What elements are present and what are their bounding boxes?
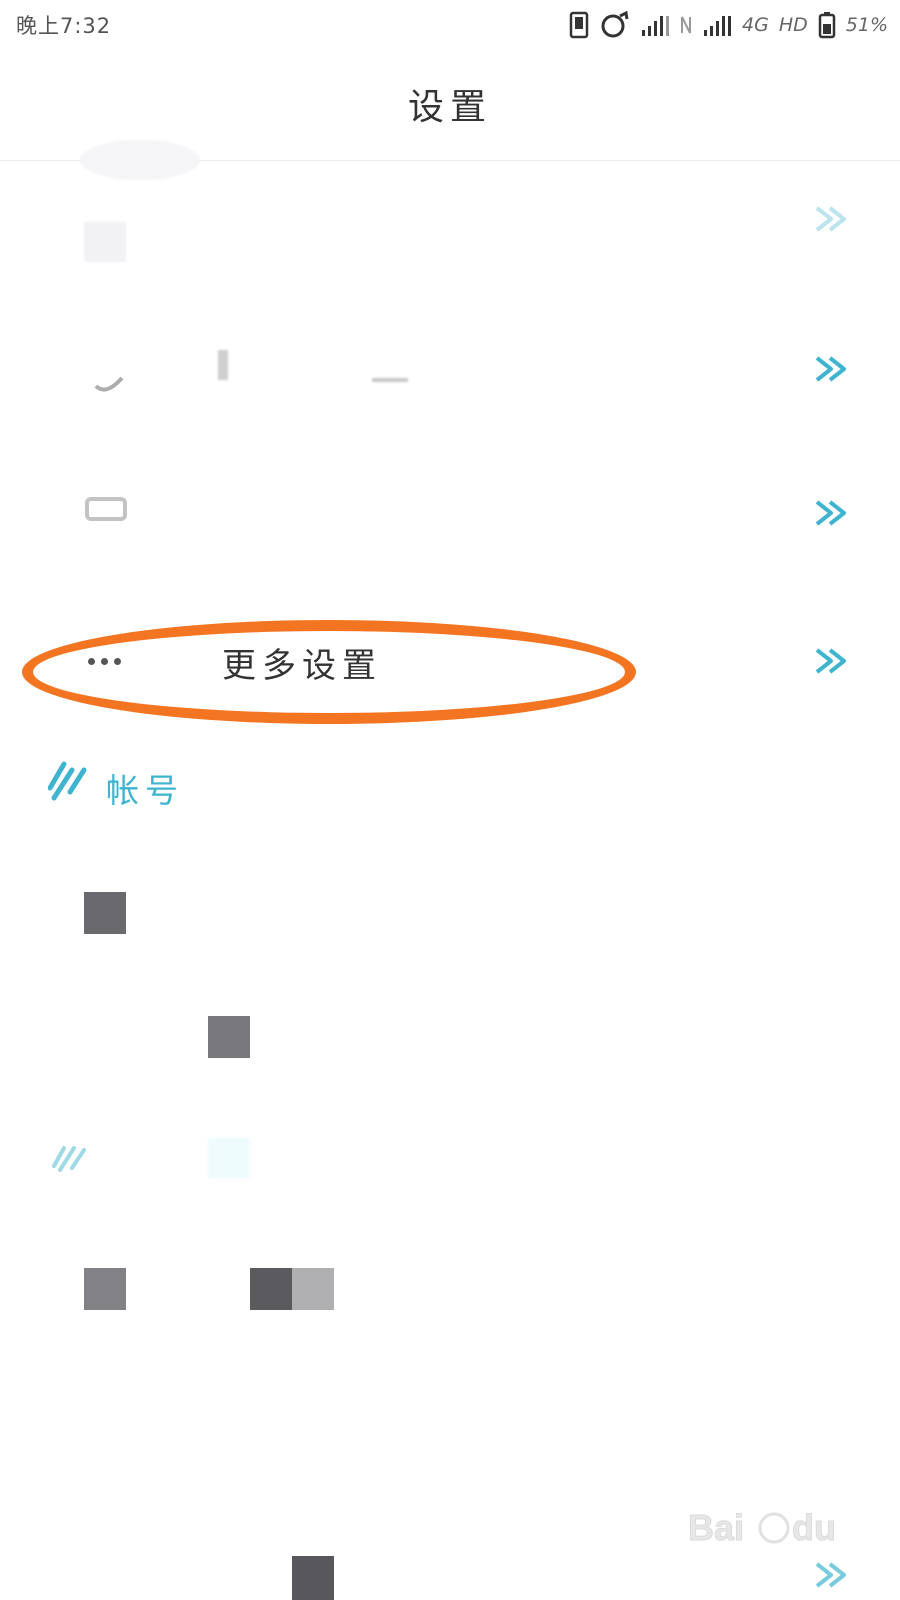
row-icon-pixelated <box>84 892 126 934</box>
section-slash-icon <box>48 761 87 801</box>
pixelated-fragment <box>292 1556 334 1600</box>
battery-icon <box>818 11 836 39</box>
page-title: 设置 <box>407 87 492 128</box>
pixelated-fragment <box>208 1016 250 1058</box>
blur-artifact <box>80 140 200 180</box>
blurred-text-fragment <box>372 378 408 382</box>
row-icon-placeholder <box>84 222 126 262</box>
section-title: 帐号 <box>106 771 184 810</box>
row-icon-blurred <box>94 376 124 392</box>
pixelated-fragment <box>292 1268 334 1310</box>
chevron-right-icon <box>815 500 846 526</box>
section-header-account: 帐号 <box>48 760 448 820</box>
status-time: 晚上7:32 <box>16 14 112 38</box>
blurred-text-fragment <box>218 350 228 380</box>
signal-icon <box>640 12 670 38</box>
battery-level: 51% <box>845 14 888 36</box>
watermark-logo: Bai du <box>688 1507 836 1549</box>
signal-icon <box>702 12 732 38</box>
chevron-right-icon <box>815 206 846 232</box>
settings-row-1[interactable] <box>0 140 900 320</box>
svg-text:du: du <box>792 1507 836 1548</box>
highlight-annotation <box>22 620 636 724</box>
phone-icon <box>568 11 590 39</box>
section-header-blurred <box>48 1138 448 1200</box>
svg-text:Bai: Bai <box>688 1507 744 1548</box>
chevron-right-icon <box>815 356 846 382</box>
chevron-right-icon <box>815 648 846 674</box>
account-row-1[interactable] <box>0 840 900 980</box>
pixelated-fragment <box>250 1268 292 1310</box>
nfc-icon <box>680 13 692 37</box>
network-type: 4G <box>742 14 769 36</box>
row-icon-blurred <box>85 497 127 521</box>
settings-row-2[interactable] <box>0 300 900 440</box>
row-icon-pixelated <box>84 1268 126 1310</box>
status-bar: 晚上7:32 4G HD 51% <box>0 0 900 48</box>
account-row-2[interactable] <box>0 980 900 1120</box>
alarm-icon <box>600 11 630 39</box>
pixelated-fragment <box>208 1138 250 1178</box>
settings-row-pixelated-1[interactable] <box>0 1220 900 1360</box>
status-icons: 4G HD 51% <box>568 10 888 40</box>
settings-row-3[interactable] <box>0 448 900 588</box>
chevron-right-icon <box>815 1562 846 1588</box>
section-slash-icon <box>52 1146 86 1172</box>
hd-indicator: HD <box>778 14 808 36</box>
